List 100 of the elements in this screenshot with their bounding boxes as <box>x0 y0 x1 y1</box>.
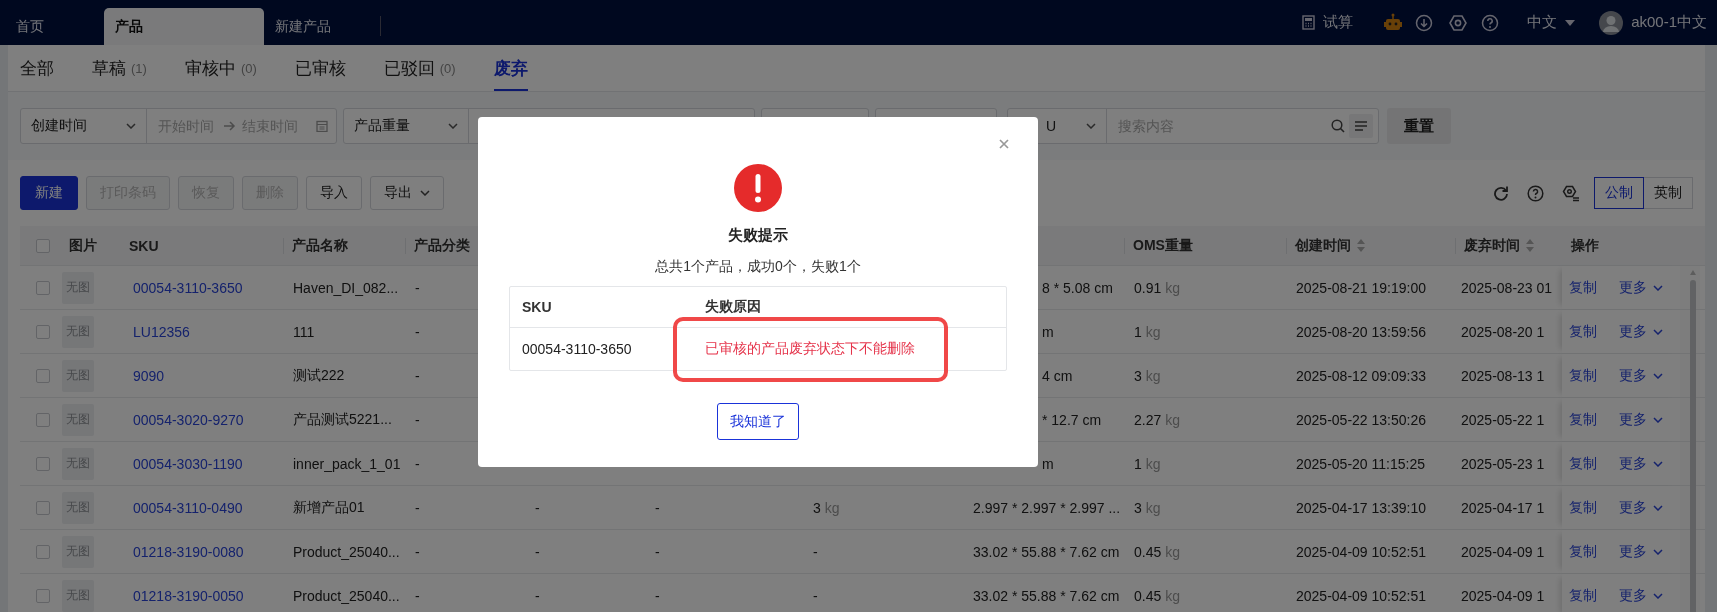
chevron-down-icon <box>126 123 136 129</box>
sku-link[interactable]: 00054-3020-9270 <box>133 411 244 428</box>
checkbox[interactable] <box>36 412 50 427</box>
more-link[interactable]: 更多 <box>1619 586 1663 605</box>
table-cell: 2025-05-23 1 <box>1461 455 1545 472</box>
status-tab[interactable]: 已审核 <box>294 45 346 91</box>
sku-link[interactable]: 00054-3110-0490 <box>133 499 243 516</box>
sku-link[interactable]: 01218-3190-0050 <box>133 587 244 604</box>
table-cell: 2025-05-22 13:50:26 <box>1296 411 1426 428</box>
sku-link[interactable]: 00054-3030-1190 <box>133 455 243 472</box>
copy-link[interactable]: 复制 <box>1569 410 1597 429</box>
confirm-button[interactable]: 我知道了 <box>717 403 799 440</box>
more-link[interactable]: 更多 <box>1619 322 1663 341</box>
table-cell: m <box>1042 323 1054 340</box>
table-cell-text: 00054-3110-3650 <box>521 341 633 357</box>
table-cell: inner_pack_1_01 <box>293 455 401 472</box>
sort-icon[interactable] <box>1526 239 1534 252</box>
toolbar-button[interactable]: 新建 <box>20 176 78 210</box>
table-cell: 2025-04-09 10:52:51 <box>1296 587 1426 604</box>
sort-icon[interactable] <box>1357 239 1365 252</box>
copy-link[interactable]: 复制 <box>1569 498 1597 517</box>
sku-link[interactable]: 01218-3190-0080 <box>133 543 244 560</box>
table-cell: - <box>415 455 420 472</box>
nav-tab[interactable]: 首页 <box>0 8 104 45</box>
dropdown-button[interactable]: 导出 <box>370 176 444 210</box>
status-tab[interactable]: 审核中 (0) <box>184 45 257 91</box>
checkbox[interactable] <box>36 588 50 603</box>
table-cell: - <box>415 499 420 516</box>
help-icon[interactable] <box>1527 184 1544 202</box>
more-link[interactable]: 更多 <box>1619 454 1663 473</box>
close-icon[interactable] <box>999 139 1009 149</box>
table-cell: 2025-04-17 1 <box>1461 499 1545 516</box>
nav-tab[interactable]: 新建产品 <box>264 8 342 45</box>
checkbox[interactable] <box>36 368 50 383</box>
user-name[interactable]: ak00-1中文 <box>1631 13 1707 32</box>
sku-link[interactable]: LU12356 <box>133 323 190 340</box>
more-link[interactable]: 更多 <box>1619 498 1663 517</box>
copy-link[interactable]: 复制 <box>1569 366 1597 385</box>
table-cell: m <box>1042 455 1054 472</box>
checkbox[interactable] <box>36 324 50 339</box>
download-icon[interactable] <box>1415 13 1434 32</box>
table-cell: - <box>415 543 420 560</box>
trial-calc-button[interactable]: 试算 <box>1302 13 1354 32</box>
table-cell: 8 * 5.08 cm <box>1042 279 1113 296</box>
table-cell: 2025-08-12 09:09:33 <box>1296 367 1426 384</box>
more-link[interactable]: 更多 <box>1619 410 1663 429</box>
column-header: SKU <box>521 299 553 315</box>
column-header: 图片 <box>69 236 97 255</box>
checkbox[interactable] <box>36 238 50 253</box>
calendar-icon <box>316 120 328 132</box>
chevron-down-icon <box>1086 123 1096 129</box>
more-link[interactable]: 更多 <box>1619 278 1663 297</box>
sku-link[interactable]: 9090 <box>133 367 165 384</box>
chevron-down-icon <box>1653 372 1663 379</box>
language-selector[interactable]: 中文 <box>1527 13 1576 32</box>
dialog-title: 失败提示 <box>728 226 788 245</box>
weight-select[interactable]: 产品重量 <box>344 109 469 143</box>
refresh-icon[interactable] <box>1493 185 1509 201</box>
avatar-icon[interactable] <box>1599 10 1624 35</box>
status-tab[interactable]: 全部 <box>20 45 54 91</box>
table-cell: 2025-05-22 1 <box>1461 411 1545 428</box>
checkbox[interactable] <box>36 456 50 471</box>
robot-icon[interactable] <box>1383 12 1404 33</box>
table-cell: Product_25040... <box>293 587 400 604</box>
error-reason: 已审核的产品废弃状态下不能删除 <box>704 340 916 358</box>
column-header: 产品名称 <box>292 236 348 255</box>
table-cell: - <box>813 543 818 560</box>
copy-link[interactable]: 复制 <box>1569 542 1597 561</box>
more-link[interactable]: 更多 <box>1619 366 1663 385</box>
table-cell: 2025-05-20 11:15:25 <box>1296 455 1425 472</box>
copy-link[interactable]: 复制 <box>1569 586 1597 605</box>
chevron-down-icon <box>448 123 458 129</box>
unit-toggle[interactable]: 公制 <box>1594 177 1644 209</box>
table-cell: 33.02 * 55.88 * 7.62 cm <box>973 587 1120 604</box>
more-link[interactable]: 更多 <box>1619 542 1663 561</box>
settings-icon[interactable] <box>1449 13 1468 32</box>
unit-toggle[interactable]: 英制 <box>1644 177 1693 209</box>
table-cell: 2025-04-17 13:39:10 <box>1296 499 1426 516</box>
reset-button[interactable]: 重置 <box>1387 108 1451 144</box>
table-cell: Haven_DI_082... <box>293 279 399 296</box>
checkbox[interactable] <box>36 500 50 515</box>
table-cell: - <box>535 587 540 604</box>
copy-link[interactable]: 复制 <box>1569 454 1597 473</box>
date-type-select[interactable]: 创建时间 <box>21 109 147 143</box>
chevron-down-icon <box>420 190 430 196</box>
status-tab[interactable]: 草稿 (1) <box>92 45 147 91</box>
status-tab[interactable]: 已驳回 (0) <box>383 45 456 91</box>
nav-tab[interactable]: 产品 <box>104 8 264 45</box>
toolbar-button[interactable]: 导入 <box>306 176 362 210</box>
column-header: 失败原因 <box>704 298 762 316</box>
copy-link[interactable]: 复制 <box>1569 278 1597 297</box>
table-cell: Product_25040... <box>293 543 400 560</box>
scrollbar[interactable] <box>1689 268 1697 612</box>
column-settings-icon[interactable] <box>1562 184 1580 202</box>
checkbox[interactable] <box>36 280 50 295</box>
copy-link[interactable]: 复制 <box>1569 322 1597 341</box>
filter-lines-icon[interactable] <box>1349 114 1373 138</box>
search-icon[interactable] <box>1331 119 1345 133</box>
checkbox[interactable] <box>36 544 50 559</box>
sku-link[interactable]: 00054-3110-3650 <box>133 279 243 296</box>
